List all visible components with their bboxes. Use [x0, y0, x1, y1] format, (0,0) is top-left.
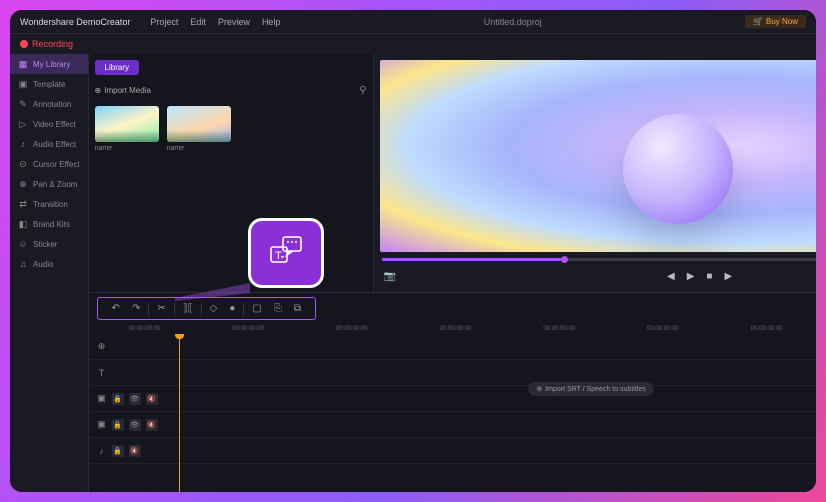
import-subtitle-hint[interactable]: ⊕Import SRT / Speech to subtitles	[528, 382, 653, 396]
document-title: Untitled.doproj	[280, 17, 745, 27]
svg-text:T: T	[275, 250, 282, 262]
copy-button[interactable]: ⎘	[268, 301, 288, 316]
library-tab[interactable]: Library	[95, 60, 139, 75]
track-video-1[interactable]: ▣ 🔒 👁 🔇	[89, 393, 169, 405]
eye-icon[interactable]: 👁	[129, 419, 141, 431]
media-thumbnail	[95, 106, 159, 142]
filter-icon[interactable]: ⚲	[359, 85, 366, 96]
sidebar-pan-zoom[interactable]: ⊕Pan & Zoom	[10, 174, 88, 194]
main-menu: Project Edit Preview Help	[150, 17, 280, 27]
recording-bar: Recording	[10, 34, 816, 54]
titlebar: Wondershare DemoCreator Project Edit Pre…	[10, 10, 816, 34]
cart-icon: 🛒	[753, 17, 763, 26]
eye-icon[interactable]: 👁	[129, 393, 141, 405]
sidebar-template[interactable]: ▣Template	[10, 74, 88, 94]
timeline-tracks: ⊕Import SRT / Speech to subtitles ⊕ T ▣ 🔒…	[89, 334, 816, 492]
stop-button[interactable]: ■	[706, 271, 712, 282]
preview-panel: 00:00:22 | 00:23:12 📷 ◀ ▶ ■ ▶ 🔇 ⊞ ⊠	[374, 54, 816, 292]
redo-button[interactable]: ↷	[126, 301, 146, 316]
video-track-icon: ▣	[97, 394, 107, 404]
mute-icon[interactable]: 🔇	[146, 419, 158, 431]
sidebar: ▦My Library ▣Template ✎Annotation ▷Video…	[10, 54, 89, 492]
track-video-2[interactable]: ▣ 🔒 👁 🔇	[89, 419, 169, 431]
menu-edit[interactable]: Edit	[190, 17, 206, 27]
pan-zoom-icon: ⊕	[18, 179, 28, 189]
sidebar-video-effect[interactable]: ▷Video Effect	[10, 114, 88, 134]
prev-button[interactable]: ◀	[667, 271, 675, 282]
sidebar-brand-kits[interactable]: ◧Brand Kits	[10, 214, 88, 234]
undo-button[interactable]: ↶	[106, 301, 126, 316]
media-item[interactable]: name	[167, 106, 231, 152]
template-icon: ▣	[18, 79, 28, 89]
plus-icon: ⊕	[95, 86, 102, 95]
lock-icon[interactable]: 🔒	[112, 445, 124, 457]
brand-kits-icon: ◧	[18, 219, 28, 229]
library-icon: ▦	[18, 59, 28, 69]
cut-button[interactable]: ✂	[151, 301, 171, 316]
next-button[interactable]: ▶	[724, 271, 732, 282]
record-button[interactable]: ●	[223, 301, 241, 316]
caption-callout: T	[248, 218, 324, 288]
sidebar-my-library[interactable]: ▦My Library	[10, 54, 88, 74]
menu-help[interactable]: Help	[262, 17, 281, 27]
preview-content	[623, 114, 733, 224]
marker-button[interactable]: ◇	[204, 301, 224, 316]
text-track-icon: T	[97, 368, 107, 378]
preview-video[interactable]	[380, 60, 816, 252]
menu-project[interactable]: Project	[150, 17, 178, 27]
track-add[interactable]: ⊕	[89, 342, 169, 352]
sidebar-annotation[interactable]: ✎Annotation	[10, 94, 88, 114]
transition-icon: ⇄	[18, 199, 28, 209]
menu-preview[interactable]: Preview	[218, 17, 250, 27]
track-audio[interactable]: ♪ 🔒 🔇	[89, 445, 169, 457]
app-logo: Wondershare DemoCreator	[20, 17, 130, 27]
playback-progress[interactable]	[382, 258, 816, 261]
audio-icon: ♫	[18, 259, 28, 269]
sticker-icon: ☺	[18, 239, 28, 249]
video-effect-icon: ▷	[18, 119, 28, 129]
plus-icon: ⊕	[536, 385, 542, 393]
timeline-toolbar: ↶ ↷ ✂ ⟧⟦ ◇ ● ▢ ⎘ ⧉	[97, 297, 316, 320]
record-icon	[20, 40, 28, 48]
audio-track-icon: ♪	[97, 446, 107, 456]
playhead[interactable]	[179, 334, 180, 492]
sidebar-sticker[interactable]: ☺Sticker	[10, 234, 88, 254]
caption-callout-icon: T	[269, 236, 303, 270]
media-item[interactable]: name	[95, 106, 159, 152]
add-track-icon: ⊕	[97, 342, 107, 352]
sidebar-audio-effect[interactable]: ♪Audio Effect	[10, 134, 88, 154]
import-media-button[interactable]: ⊕ Import Media	[95, 86, 151, 95]
media-panel: Library ⊕ Import Media ⚲ name	[89, 54, 374, 292]
crop-button[interactable]: ▢	[246, 301, 267, 316]
split-button[interactable]: ⟧⟦	[177, 301, 199, 316]
sidebar-audio[interactable]: ♫Audio	[10, 254, 88, 274]
track-text[interactable]: T	[89, 368, 169, 378]
progress-handle[interactable]	[561, 256, 568, 263]
sidebar-transition[interactable]: ⇄Transition	[10, 194, 88, 214]
cursor-effect-icon: ⊙	[18, 159, 28, 169]
recording-button[interactable]: Recording	[20, 39, 73, 49]
annotation-icon: ✎	[18, 99, 28, 109]
sidebar-cursor-effect[interactable]: ⊙Cursor Effect	[10, 154, 88, 174]
caption-button[interactable]: ⧉	[288, 301, 307, 316]
audio-effect-icon: ♪	[18, 139, 28, 149]
video-track-icon: ▣	[97, 420, 107, 430]
play-button[interactable]: ▶	[687, 271, 695, 282]
timeline-ruler[interactable]: 00:00:00:0000:00:00:0000:00:00:0000:00:0…	[89, 324, 816, 334]
buy-now-button[interactable]: 🛒 Buy Now	[745, 15, 806, 28]
timeline-panel: ↶ ↷ ✂ ⟧⟦ ◇ ● ▢ ⎘ ⧉ 00:00:00:0000:00:00:0…	[89, 292, 816, 492]
lock-icon[interactable]: 🔒	[112, 393, 124, 405]
camera-icon[interactable]: 📷	[384, 271, 396, 282]
mute-icon[interactable]: 🔇	[129, 445, 141, 457]
lock-icon[interactable]: 🔒	[112, 419, 124, 431]
mute-icon[interactable]: 🔇	[146, 393, 158, 405]
media-thumbnail	[167, 106, 231, 142]
